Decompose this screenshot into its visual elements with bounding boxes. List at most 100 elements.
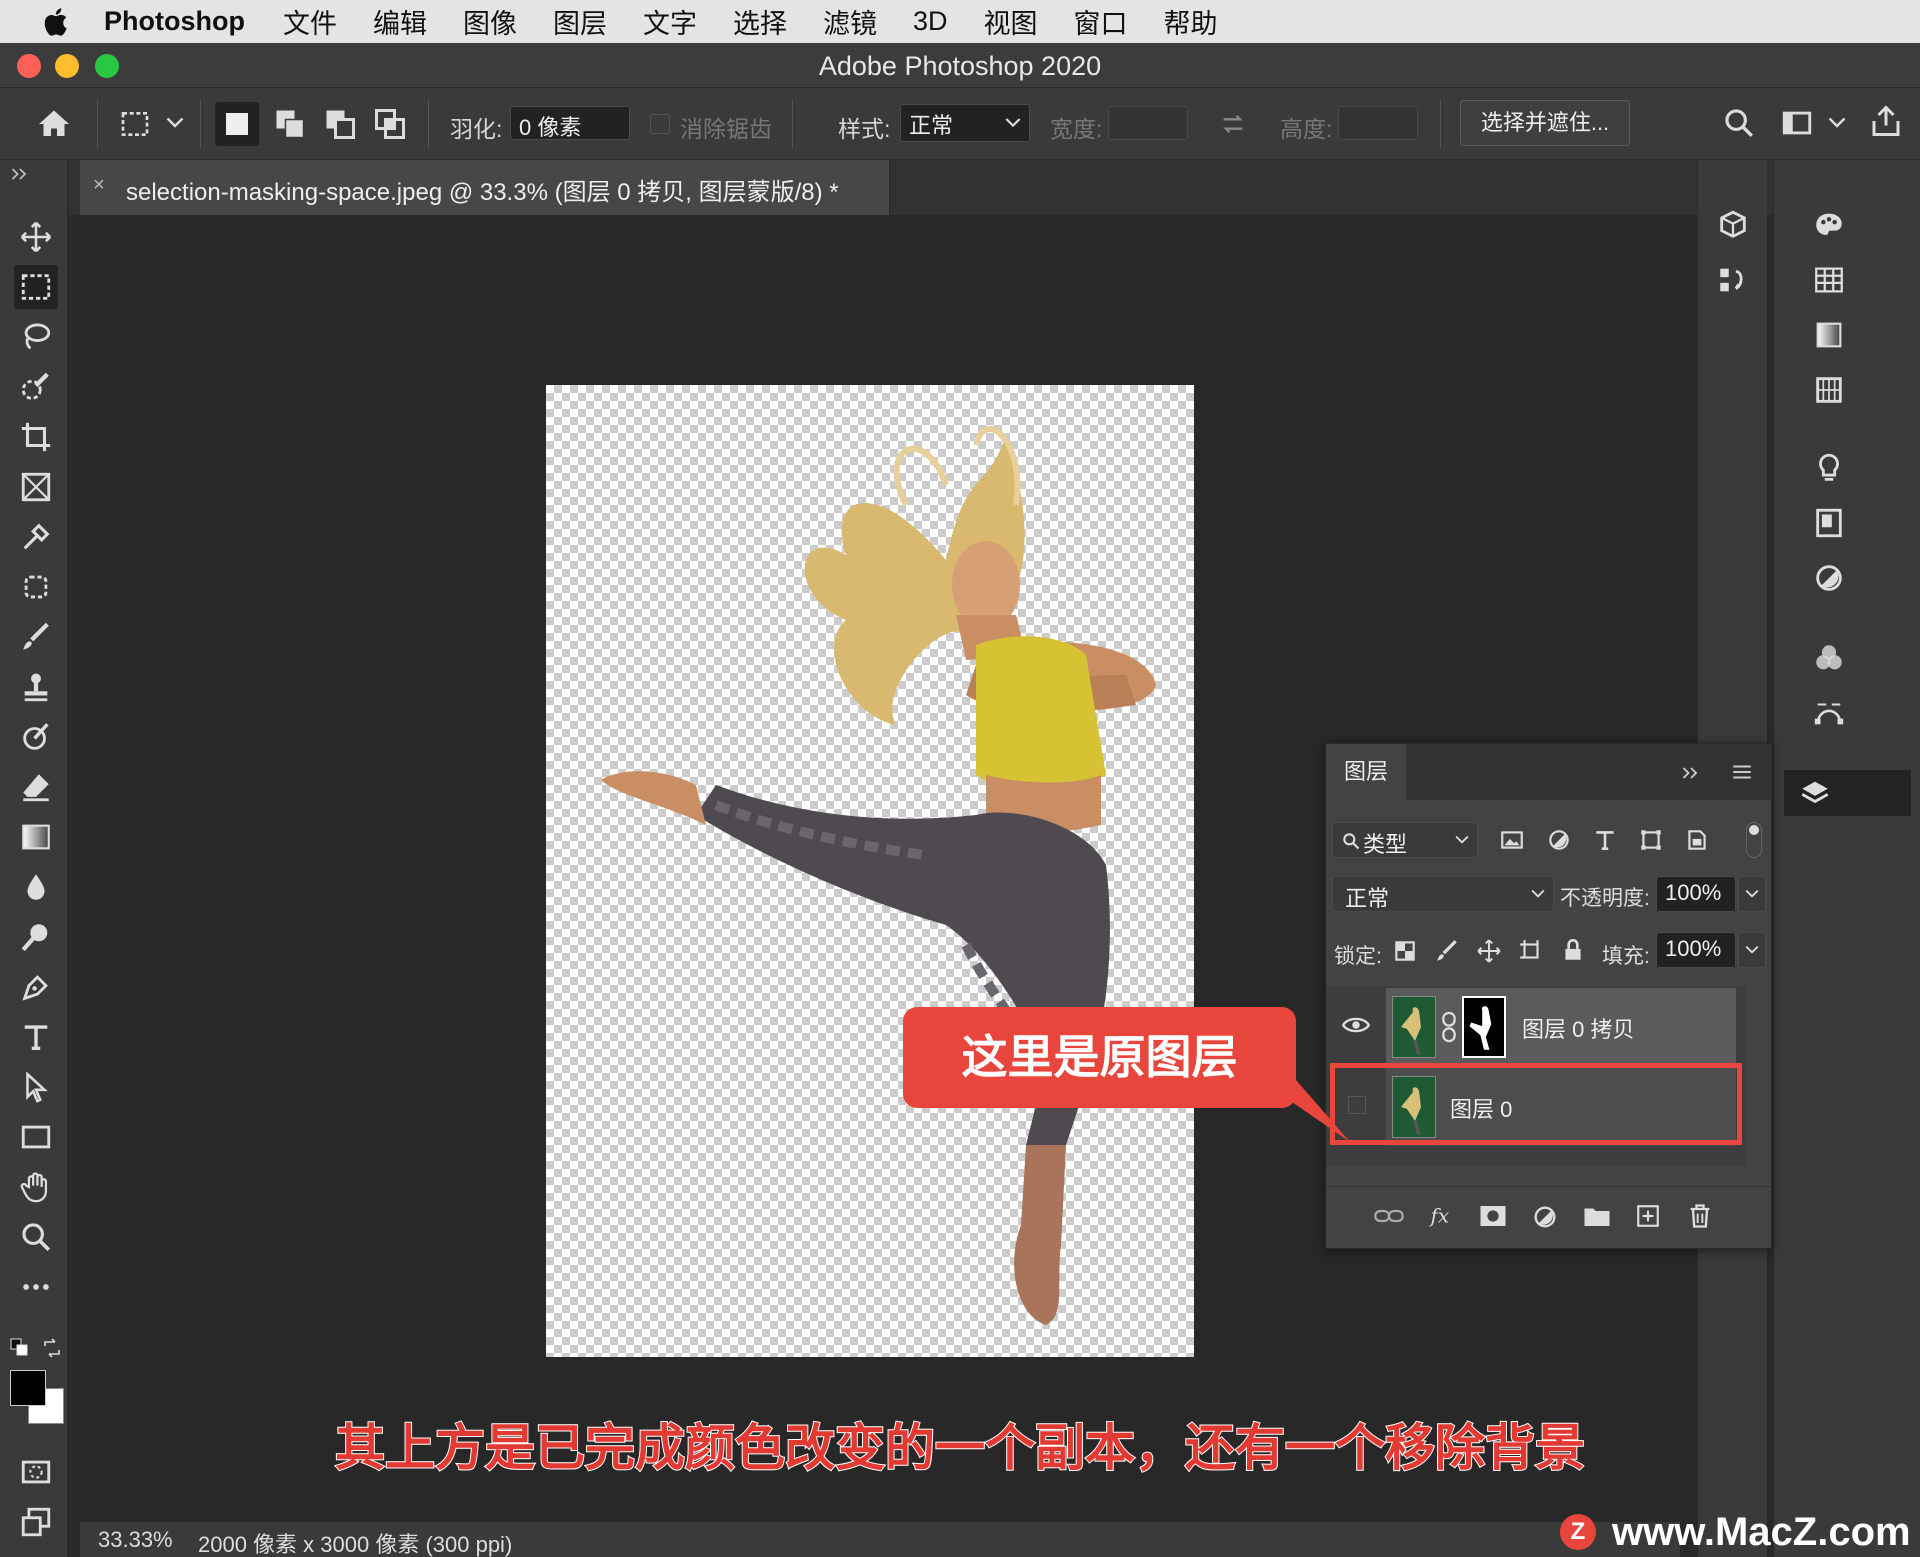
select-and-mask-button[interactable]: 选择并遮住...: [1460, 100, 1630, 146]
filter-shape-icon[interactable]: [1638, 827, 1664, 853]
marquee-preset-icon[interactable]: [118, 108, 152, 140]
screen-mode-button[interactable]: [14, 1500, 58, 1544]
close-tab-icon[interactable]: ×: [93, 174, 105, 197]
filter-pixel-icon[interactable]: [1498, 827, 1526, 853]
add-selection-icon[interactable]: [272, 106, 308, 142]
new-adjustment-icon[interactable]: [1530, 1203, 1560, 1231]
opacity-input[interactable]: 100%: [1656, 876, 1736, 912]
width-input[interactable]: [1108, 106, 1188, 140]
patterns-panel-button[interactable]: [1809, 370, 1849, 410]
fill-slider-button[interactable]: [1738, 932, 1766, 968]
link-icon[interactable]: [1440, 1010, 1458, 1044]
gradient-tool[interactable]: [14, 815, 58, 859]
history-brush-tool[interactable]: [14, 715, 58, 759]
timeline-panel-button[interactable]: [1713, 260, 1753, 300]
layer-row[interactable]: 图层 0 拷贝: [1386, 988, 1736, 1066]
menu-app-name[interactable]: Photoshop: [104, 6, 245, 37]
menu-layer[interactable]: 图层: [553, 2, 607, 41]
lock-pixels-icon[interactable]: [1434, 938, 1460, 964]
menu-image[interactable]: 图像: [463, 2, 517, 41]
type-tool[interactable]: [14, 1015, 58, 1059]
layers-panel-button[interactable]: [1784, 770, 1911, 816]
pen-tool[interactable]: [14, 965, 58, 1009]
lock-position-icon[interactable]: [1476, 938, 1502, 964]
swap-colors-icon[interactable]: [42, 1338, 62, 1358]
intersect-selection-icon[interactable]: [372, 106, 408, 142]
fx-icon[interactable]: fx: [1428, 1201, 1458, 1231]
trash-icon[interactable]: [1686, 1201, 1714, 1231]
layer-filter-select[interactable]: 类型: [1332, 822, 1478, 858]
opacity-slider-button[interactable]: [1738, 876, 1766, 912]
add-mask-icon[interactable]: [1478, 1203, 1508, 1229]
document-tab[interactable]: × selection-masking-space.jpeg @ 33.3% (…: [80, 160, 890, 215]
new-group-icon[interactable]: [1582, 1203, 1612, 1229]
home-icon[interactable]: [35, 106, 73, 142]
layers-tab[interactable]: 图层: [1326, 744, 1406, 800]
dodge-tool[interactable]: [14, 915, 58, 959]
search-icon[interactable]: [1722, 106, 1756, 140]
document-canvas[interactable]: [546, 385, 1194, 1357]
menu-3d[interactable]: 3D: [913, 6, 948, 37]
frame-tool[interactable]: [14, 465, 58, 509]
3d-panel-button[interactable]: [1713, 205, 1753, 245]
swatches-panel-button[interactable]: [1809, 260, 1849, 300]
style-select[interactable]: 正常: [900, 104, 1030, 142]
workspace-icon[interactable]: [1780, 106, 1814, 140]
blend-mode-select[interactable]: 正常: [1332, 876, 1554, 912]
menu-select[interactable]: 选择: [733, 2, 787, 41]
share-icon[interactable]: [1868, 103, 1904, 139]
eyedropper-tool[interactable]: [14, 515, 58, 559]
new-layer-icon[interactable]: [1634, 1203, 1662, 1229]
swap-icon[interactable]: [1218, 110, 1248, 138]
layer-mask-thumbnail[interactable]: [1462, 996, 1506, 1058]
lock-transparent-icon[interactable]: [1392, 938, 1418, 964]
quick-selection-tool[interactable]: [14, 365, 58, 409]
channels-panel-button[interactable]: [1809, 638, 1849, 678]
feather-input[interactable]: 0 像素: [510, 106, 630, 140]
stamp-tool[interactable]: [14, 665, 58, 709]
subtract-selection-icon[interactable]: [322, 106, 358, 142]
layer-visibility-toggle[interactable]: [1336, 986, 1376, 1066]
crop-tool[interactable]: [14, 415, 58, 459]
chevron-down-icon[interactable]: [1828, 116, 1846, 130]
more-tools[interactable]: [14, 1265, 58, 1309]
panel-menu-icon[interactable]: [1731, 762, 1753, 782]
move-tool[interactable]: [14, 215, 58, 259]
filter-toggle[interactable]: [1746, 822, 1762, 858]
apple-icon[interactable]: [40, 5, 74, 39]
zoom-tool[interactable]: [14, 1215, 58, 1259]
zoom-level[interactable]: 33.33%: [98, 1527, 173, 1553]
learn-panel-button[interactable]: [1809, 448, 1849, 488]
filter-type-icon[interactable]: [1592, 827, 1618, 853]
filter-smart-object-icon[interactable]: [1684, 827, 1710, 853]
brush-tool[interactable]: [14, 615, 58, 659]
healing-tool[interactable]: [14, 565, 58, 609]
menu-window[interactable]: 窗口: [1074, 2, 1128, 41]
collapse-panel-icon[interactable]: [1681, 766, 1701, 780]
menu-view[interactable]: 视图: [984, 2, 1038, 41]
menu-filter[interactable]: 滤镜: [823, 2, 877, 41]
eraser-tool[interactable]: [14, 765, 58, 809]
blur-tool[interactable]: [14, 865, 58, 909]
menu-type[interactable]: 文字: [643, 2, 697, 41]
link-layers-icon[interactable]: [1374, 1203, 1404, 1229]
height-input[interactable]: [1338, 106, 1418, 140]
menu-edit[interactable]: 编辑: [373, 2, 427, 41]
new-selection-button[interactable]: [215, 102, 259, 146]
marquee-tool[interactable]: [14, 265, 58, 309]
hand-tool[interactable]: [14, 1165, 58, 1209]
default-colors-icon[interactable]: [10, 1338, 30, 1358]
color-panel-button[interactable]: [1809, 205, 1849, 245]
gradients-panel-button[interactable]: [1809, 315, 1849, 355]
foreground-color-swatch[interactable]: [10, 1370, 46, 1406]
lasso-tool[interactable]: [14, 315, 58, 359]
antialias-checkbox[interactable]: [650, 114, 670, 134]
rectangle-tool[interactable]: [14, 1115, 58, 1159]
lock-all-icon[interactable]: [1560, 936, 1586, 964]
filter-adjustment-icon[interactable]: [1546, 827, 1572, 853]
path-selection-tool[interactable]: [14, 1065, 58, 1109]
menu-file[interactable]: 文件: [283, 2, 337, 41]
paths-panel-button[interactable]: [1809, 693, 1849, 733]
libraries-panel-button[interactable]: [1809, 503, 1849, 543]
collapse-toolbar-icon[interactable]: [10, 166, 30, 182]
